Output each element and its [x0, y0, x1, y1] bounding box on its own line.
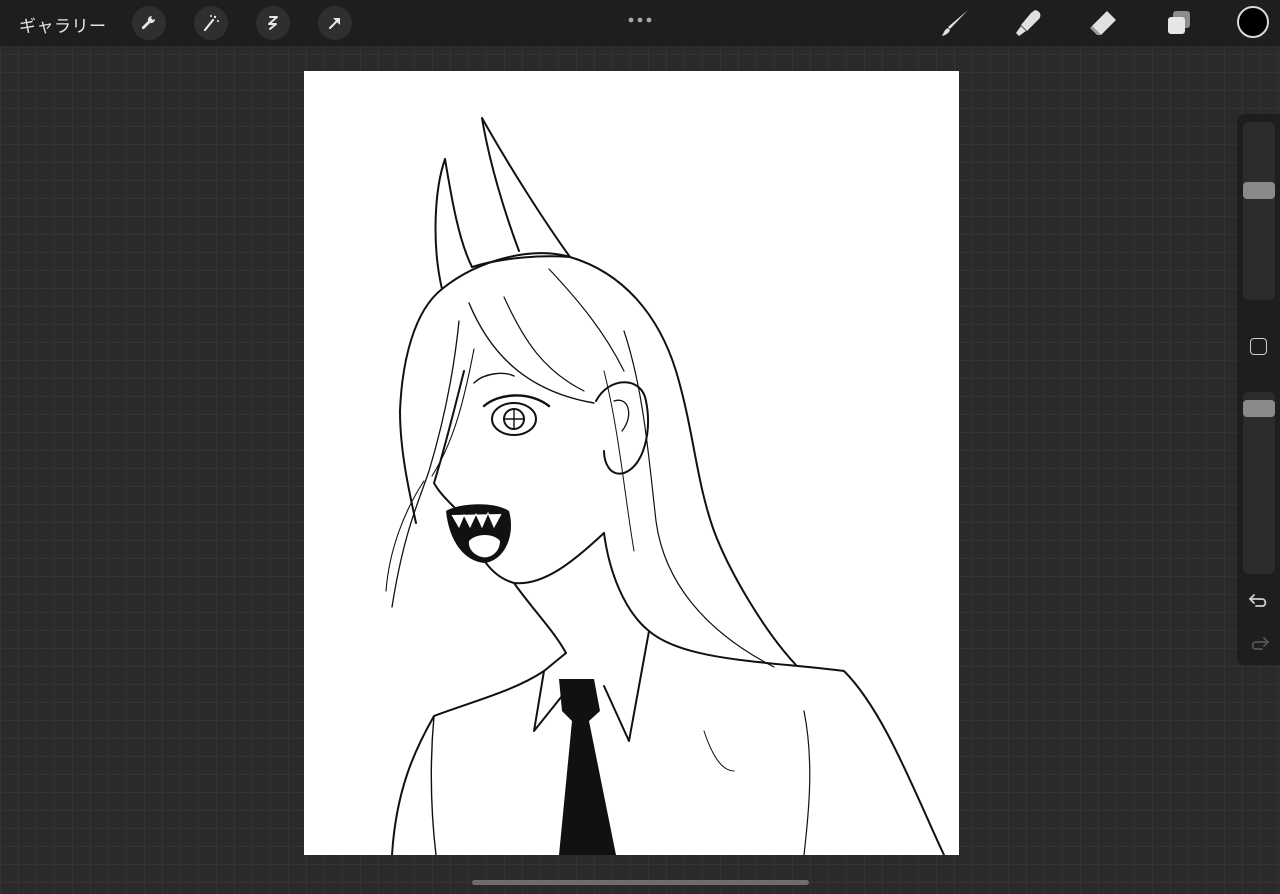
undo-icon	[1249, 594, 1267, 607]
color-picker-button[interactable]	[1237, 6, 1269, 38]
right-horn	[481, 117, 571, 258]
transform-arrow-icon	[329, 18, 340, 29]
gallery-button[interactable]: ギャラリー	[19, 12, 107, 37]
redo-icon	[1251, 637, 1269, 650]
layers-icon	[1168, 11, 1190, 34]
brush-sidebar	[1237, 114, 1280, 665]
more-options-button[interactable]	[627, 9, 653, 28]
necktie	[559, 679, 616, 855]
brush-size-slider[interactable]	[1243, 122, 1275, 300]
opacity-thumb[interactable]	[1243, 400, 1275, 417]
smudge-tool-button[interactable]	[1012, 6, 1046, 40]
redo-button[interactable]	[1248, 634, 1270, 658]
transform-button[interactable]	[318, 6, 352, 40]
brush-size-thumb[interactable]	[1243, 182, 1275, 199]
home-indicator[interactable]	[472, 880, 809, 885]
eraser-icon	[1090, 11, 1116, 35]
adjustments-button[interactable]	[194, 6, 228, 40]
shirt-outline	[391, 652, 567, 855]
modify-button[interactable]	[1250, 338, 1267, 355]
wrench-icon	[141, 15, 156, 30]
top-toolbar: ギャラリー	[0, 0, 1280, 46]
more-dots-icon	[628, 17, 652, 23]
brush-icon	[942, 10, 968, 36]
actions-button[interactable]	[132, 6, 166, 40]
brush-tool-button[interactable]	[938, 6, 972, 40]
line-art-illustration	[385, 117, 945, 855]
left-horn	[434, 158, 473, 290]
smudge-icon	[1016, 10, 1041, 36]
eraser-tool-button[interactable]	[1086, 6, 1120, 40]
hair-outline	[399, 288, 443, 524]
selection-button[interactable]	[256, 6, 290, 40]
undo-button[interactable]	[1248, 591, 1270, 615]
drawing-canvas[interactable]	[304, 71, 959, 855]
magic-wand-icon	[203, 15, 219, 32]
opacity-slider[interactable]	[1243, 392, 1275, 574]
layers-button[interactable]	[1162, 6, 1196, 40]
selection-icon	[268, 16, 278, 30]
